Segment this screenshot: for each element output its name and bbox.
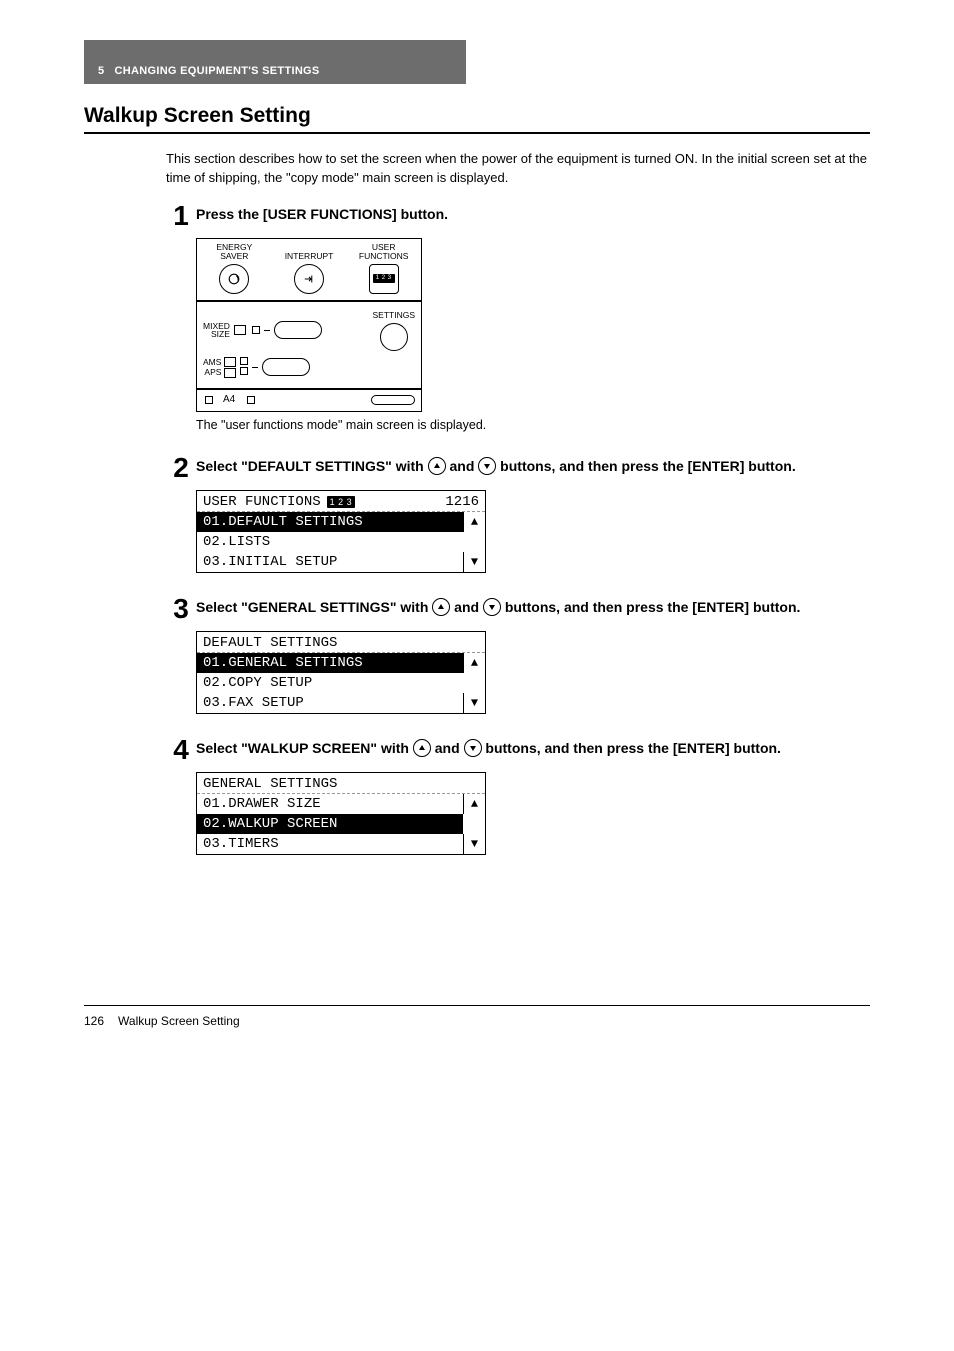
chapter-number: 5 xyxy=(98,65,104,77)
up-arrow-icon xyxy=(432,598,450,616)
scroll-up-icon: ▲ xyxy=(463,653,485,673)
chapter-header: 5 CHANGING EQUIPMENT'S SETTINGS xyxy=(84,40,466,84)
lcd-4-row-3: 03.TIMERS xyxy=(197,834,463,854)
up-arrow-icon xyxy=(413,739,431,757)
step-1-title: Press the [USER FUNCTIONS] button. xyxy=(196,205,870,225)
user-functions-button: USER FUNCTIONS 1 2 3 xyxy=(346,239,421,300)
energy-saver-button: ENERGY SAVER xyxy=(197,239,272,300)
settings-button: SETTINGS xyxy=(372,310,415,351)
step-number: 1 xyxy=(166,202,196,230)
step-4-text-3: buttons, and then press the [ENTER] butt… xyxy=(485,740,781,756)
pill-button-1 xyxy=(274,321,322,339)
scroll-down-icon: ▼ xyxy=(463,693,485,713)
step-4-text-1: Select "WALKUP SCREEN" with xyxy=(196,740,413,756)
step-2-text-1: Select "DEFAULT SETTINGS" with xyxy=(196,458,428,474)
lcd-3-title: DEFAULT SETTINGS xyxy=(203,635,337,651)
step-number: 4 xyxy=(166,736,196,764)
settings-label: SETTINGS xyxy=(372,310,415,320)
step-3-text-2: and xyxy=(454,599,483,615)
step-1-caption: The "user functions mode" main screen is… xyxy=(196,418,870,432)
indicator-icon-3 xyxy=(240,367,248,375)
aps-label: APS xyxy=(204,367,221,377)
interrupt-icon xyxy=(294,264,324,294)
lcd-4-row-1: 01.DRAWER SIZE xyxy=(197,794,463,814)
scroll-down-icon: ▼ xyxy=(463,552,485,572)
section-title: Walkup Screen Setting xyxy=(84,104,870,134)
lcd-2-row-3: 03.INITIAL SETUP xyxy=(197,552,463,572)
energy-label-2: SAVER xyxy=(199,252,270,261)
page-footer: 126 Walkup Screen Setting xyxy=(84,1005,870,1058)
scroll-up-icon: ▲ xyxy=(463,794,485,814)
step-4: 4 Select "WALKUP SCREEN" with and button… xyxy=(166,736,870,764)
paper-slot-icon xyxy=(371,395,415,405)
lcd-2-row-1: 01.DEFAULT SETTINGS xyxy=(197,512,463,532)
step-3-text-1: Select "GENERAL SETTINGS" with xyxy=(196,599,432,615)
lcd-4-title: GENERAL SETTINGS xyxy=(203,776,337,792)
lcd-screen-3: DEFAULT SETTINGS 01.GENERAL SETTINGS ▲ 0… xyxy=(196,631,486,714)
aps-icon xyxy=(224,368,236,378)
step-3-title: Select "GENERAL SETTINGS" with and butto… xyxy=(196,598,870,618)
lcd-2-number: 1216 xyxy=(445,494,479,510)
hardware-panel-illustration: ENERGY SAVER INTERRUPT U xyxy=(196,238,870,412)
ams-icon xyxy=(224,357,236,367)
mixed-size-icon xyxy=(234,325,246,335)
down-arrow-icon xyxy=(464,739,482,757)
step-number: 3 xyxy=(166,595,196,623)
step-4-text-2: and xyxy=(435,740,464,756)
ams-label: AMS xyxy=(203,357,221,367)
step-1: 1 Press the [USER FUNCTIONS] button. xyxy=(166,202,870,230)
a4-label: A4 xyxy=(223,394,235,405)
badge-123: 1 2 3 xyxy=(373,274,395,282)
step-3: 3 Select "GENERAL SETTINGS" with and but… xyxy=(166,595,870,623)
step-2-text-3: buttons, and then press the [ENTER] butt… xyxy=(500,458,796,474)
indicator-icon-4 xyxy=(205,396,213,404)
footer-label: Walkup Screen Setting xyxy=(118,1014,240,1028)
step-3-text-3: buttons, and then press the [ENTER] butt… xyxy=(505,599,801,615)
mixed-label-2: SIZE xyxy=(203,330,230,339)
lcd-2-row-2: 02.LISTS xyxy=(197,532,463,552)
indicator-icon xyxy=(252,326,260,334)
chapter-title: CHANGING EQUIPMENT'S SETTINGS xyxy=(115,65,320,77)
lcd-3-row-1: 01.GENERAL SETTINGS xyxy=(197,653,463,673)
indicator-icon-5 xyxy=(247,396,255,404)
intro-text: This section describes how to set the sc… xyxy=(166,150,870,188)
pill-button-2 xyxy=(262,358,310,376)
lcd-3-row-3: 03.FAX SETUP xyxy=(197,693,463,713)
down-arrow-icon xyxy=(478,457,496,475)
user-func-label-2: FUNCTIONS xyxy=(348,252,419,261)
lcd-screen-4: GENERAL SETTINGS 01.DRAWER SIZE ▲ 02.WAL… xyxy=(196,772,486,855)
up-arrow-icon xyxy=(428,457,446,475)
interrupt-label: INTERRUPT xyxy=(274,252,345,261)
scroll-spacer xyxy=(463,673,485,693)
scroll-up-icon: ▲ xyxy=(463,512,485,532)
interrupt-button: INTERRUPT xyxy=(272,239,347,300)
lcd-2-title: USER FUNCTIONS xyxy=(203,494,321,510)
scroll-spacer xyxy=(463,814,485,834)
step-4-title: Select "WALKUP SCREEN" with and buttons,… xyxy=(196,739,870,759)
lcd-3-row-2: 02.COPY SETUP xyxy=(197,673,463,693)
down-arrow-icon xyxy=(483,598,501,616)
scroll-spacer xyxy=(463,532,485,552)
step-2-title: Select "DEFAULT SETTINGS" with and butto… xyxy=(196,457,870,477)
step-2: 2 Select "DEFAULT SETTINGS" with and but… xyxy=(166,454,870,482)
user-functions-icon: 1 2 3 xyxy=(369,264,399,294)
step-2-text-2: and xyxy=(450,458,479,474)
page-number: 126 xyxy=(84,1014,104,1028)
settings-icon xyxy=(380,323,408,351)
lcd-screen-2: USER FUNCTIONS 1 2 3 1216 01.DEFAULT SET… xyxy=(196,490,486,573)
badge-123-icon: 1 2 3 xyxy=(327,496,356,508)
lcd-4-row-2: 02.WALKUP SCREEN xyxy=(197,814,463,834)
indicator-icon-2 xyxy=(240,357,248,365)
energy-saver-icon xyxy=(219,264,249,294)
scroll-down-icon: ▼ xyxy=(463,834,485,854)
step-number: 2 xyxy=(166,454,196,482)
